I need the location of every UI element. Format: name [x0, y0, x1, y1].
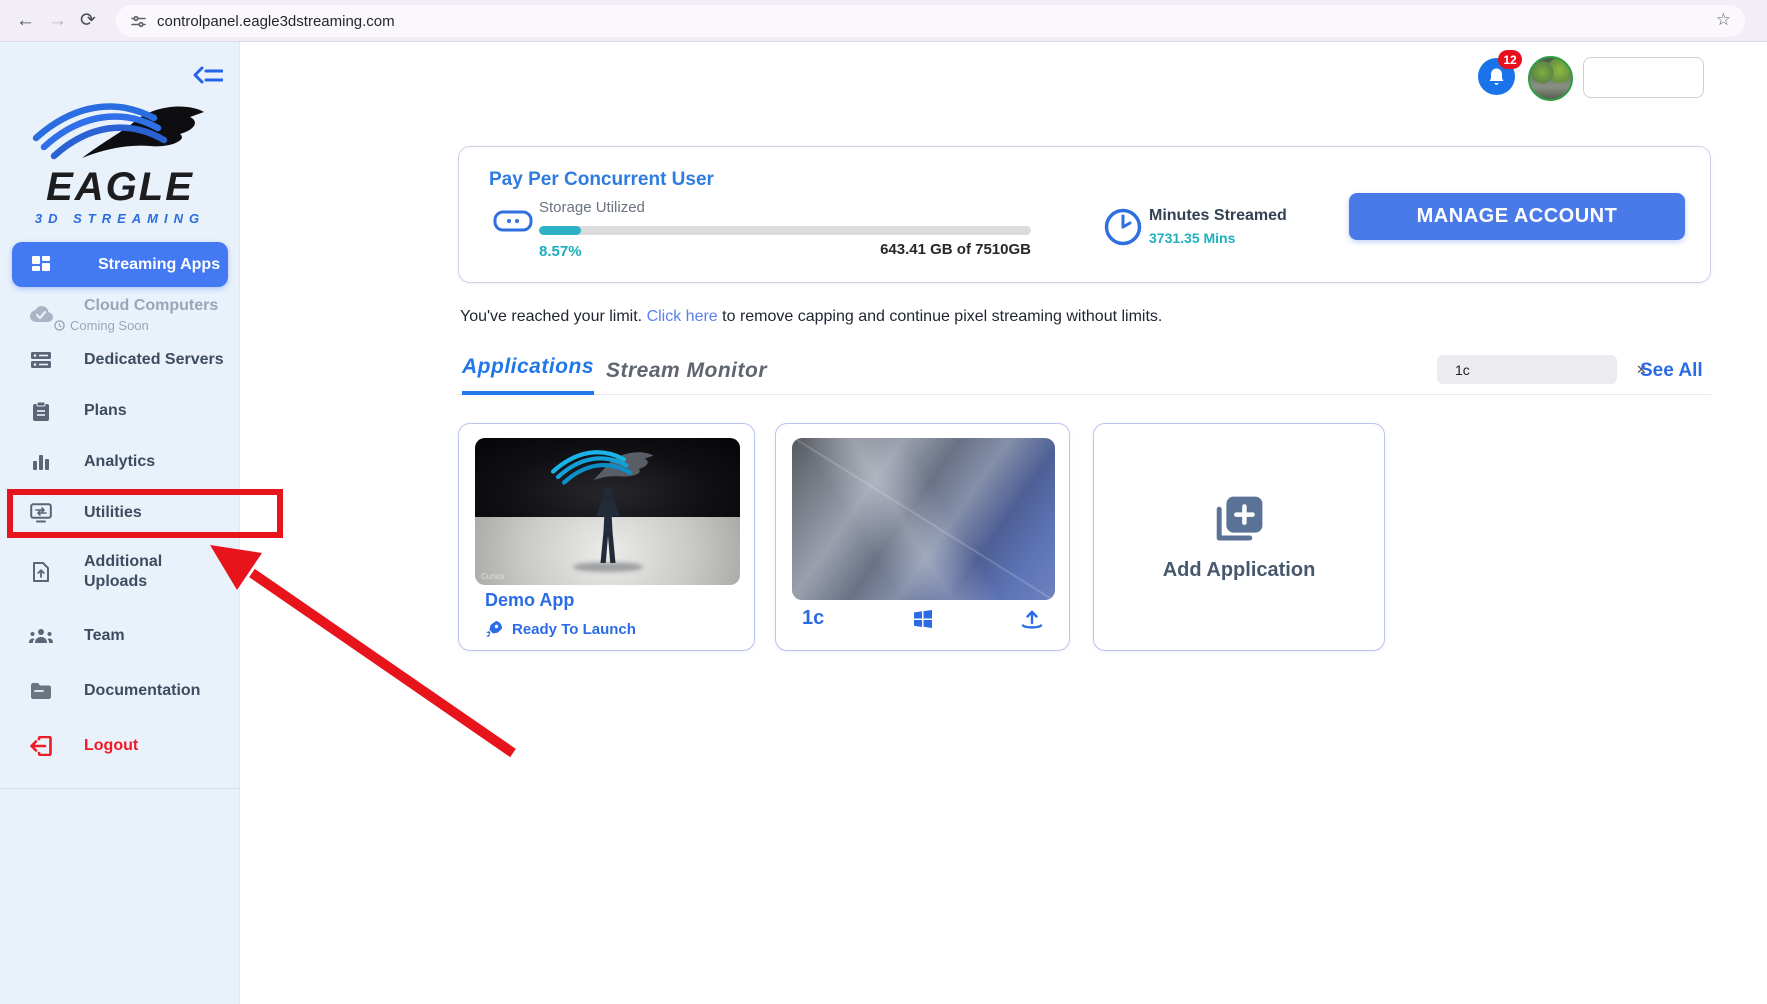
folder-icon — [28, 682, 54, 700]
sidebar-item-dedicated-servers[interactable]: Dedicated Servers — [0, 345, 240, 375]
file-upload-icon — [28, 561, 54, 583]
sidebar-item-streaming-apps[interactable]: Streaming Apps — [12, 242, 228, 287]
search-input[interactable] — [1455, 362, 1636, 378]
sidebar-item-label: Team — [84, 626, 125, 646]
tab-stream-monitor[interactable]: Stream Monitor — [606, 359, 767, 395]
cloud-icon — [28, 304, 54, 324]
bar-chart-icon — [28, 452, 54, 472]
sidebar: EAGLE 3D STREAMING Streaming Apps Cloud … — [0, 42, 240, 1004]
account-summary-card: Pay Per Concurrent User Storage Utilized… — [458, 146, 1711, 283]
notification-count-badge: 12 — [1498, 50, 1522, 69]
sidebar-item-label: Cloud Computers — [84, 297, 218, 314]
sidebar-item-logout[interactable]: Logout — [0, 731, 240, 761]
bell-icon — [1487, 67, 1506, 87]
sidebar-item-plans[interactable]: Plans — [0, 396, 240, 426]
add-application-label: Add Application — [1163, 559, 1316, 582]
logout-icon — [28, 736, 54, 756]
sidebar-item-cloud-computers[interactable]: Cloud Computers Coming Soon — [0, 292, 240, 336]
add-application-icon — [1212, 493, 1266, 547]
brand-logo: EAGLE 3D STREAMING — [0, 98, 240, 226]
1c-app-title[interactable]: 1c — [802, 607, 824, 630]
reload-icon[interactable]: ⟳ — [80, 8, 96, 34]
rocket-icon — [485, 620, 503, 638]
storage-drive-icon — [493, 209, 533, 238]
tab-applications[interactable]: Applications — [462, 355, 594, 395]
collapse-sidebar-icon[interactable] — [193, 64, 223, 93]
account-menu-box[interactable] — [1583, 57, 1704, 98]
add-application-card[interactable]: Add Application — [1093, 423, 1385, 651]
user-avatar[interactable] — [1528, 56, 1573, 101]
sidebar-item-label: Analytics — [84, 452, 155, 472]
apps-grid-icon — [28, 254, 54, 276]
storage-label: Storage Utilized — [539, 199, 645, 216]
address-bar[interactable]: controlpanel.eagle3dstreaming.com ☆ — [116, 5, 1745, 37]
coming-soon-label: Coming Soon — [70, 318, 149, 333]
remove-capping-link[interactable]: Click here — [647, 308, 718, 325]
search-box[interactable]: ✕ — [1437, 355, 1617, 384]
app-card-1c: 1c — [775, 423, 1070, 651]
utilities-monitor-icon — [28, 503, 54, 523]
1c-app-thumbnail[interactable] — [792, 438, 1055, 600]
storage-detail: 643.41 GB of 7510GB — [539, 241, 1031, 258]
manage-account-button[interactable]: MANAGE ACCOUNT — [1349, 193, 1685, 240]
sidebar-item-label: Additional Uploads — [84, 552, 180, 592]
sidebar-item-analytics[interactable]: Analytics — [0, 447, 240, 477]
sidebar-item-label: Plans — [84, 401, 127, 421]
page: ← → ⟳ controlpanel.eagle3dstreaming.com … — [0, 0, 1767, 1004]
sidebar-item-label: Streaming Apps — [98, 255, 220, 275]
brand-name: EAGLE — [0, 167, 240, 207]
sidebar-item-label: Logout — [84, 736, 138, 756]
demo-thumb-watermark: Cursor — [481, 572, 505, 581]
sidebar-item-team[interactable]: Team — [0, 621, 240, 651]
demo-character-figure — [593, 486, 623, 573]
demo-app-status-label: Ready To Launch — [512, 621, 636, 638]
sidebar-item-label: Utilities — [84, 503, 142, 523]
plan-title: Pay Per Concurrent User — [489, 169, 714, 191]
sidebar-item-label: Dedicated Servers — [84, 350, 224, 370]
brand-tagline: 3D STREAMING — [0, 211, 240, 226]
browser-bar: ← → ⟳ controlpanel.eagle3dstreaming.com … — [0, 0, 1767, 42]
demo-app-thumbnail[interactable]: Cursor — [475, 438, 740, 585]
limit-notice-post: to remove capping and continue pixel str… — [718, 308, 1163, 325]
coming-soon-row: Coming Soon — [54, 318, 218, 333]
back-icon[interactable]: ← — [16, 8, 35, 34]
clipboard-icon — [28, 401, 54, 422]
app-card-demo: Cursor Demo App Ready To Launch — [458, 423, 755, 651]
limit-notice-pre: You've reached your limit. — [460, 308, 647, 325]
sidebar-item-utilities[interactable]: Utilities — [0, 498, 240, 528]
add-application-inner: Add Application — [1094, 424, 1384, 650]
minutes-streamed-value: 3731.35 Mins — [1149, 230, 1235, 246]
windows-icon — [913, 609, 933, 629]
sidebar-item-label: Documentation — [84, 681, 200, 701]
limit-notice: You've reached your limit. Click here to… — [460, 308, 1162, 326]
clock-small-icon — [54, 320, 65, 331]
servers-icon — [28, 350, 54, 370]
sidebar-item-documentation[interactable]: Documentation — [0, 676, 240, 706]
eagle-logo-icon — [30, 98, 210, 160]
bookmark-star-icon[interactable]: ☆ — [1716, 10, 1731, 30]
demo-app-status[interactable]: Ready To Launch — [485, 620, 636, 638]
storage-progress-bar — [539, 226, 1031, 235]
demo-app-title[interactable]: Demo App — [485, 590, 574, 611]
url-text: controlpanel.eagle3dstreaming.com — [157, 13, 395, 30]
minutes-streamed-label: Minutes Streamed — [1149, 207, 1287, 225]
sidebar-item-additional-uploads[interactable]: Additional Uploads — [0, 550, 240, 594]
site-settings-icon[interactable] — [130, 13, 147, 30]
forward-icon[interactable]: → — [48, 8, 67, 34]
storage-progress-fill — [539, 226, 581, 235]
1c-card-footer: 1c — [802, 607, 1043, 630]
team-icon — [28, 628, 54, 644]
upload-icon[interactable] — [1021, 609, 1043, 629]
see-all-link[interactable]: See All — [1640, 360, 1703, 382]
sidebar-divider — [0, 788, 240, 789]
clock-icon — [1103, 207, 1143, 252]
